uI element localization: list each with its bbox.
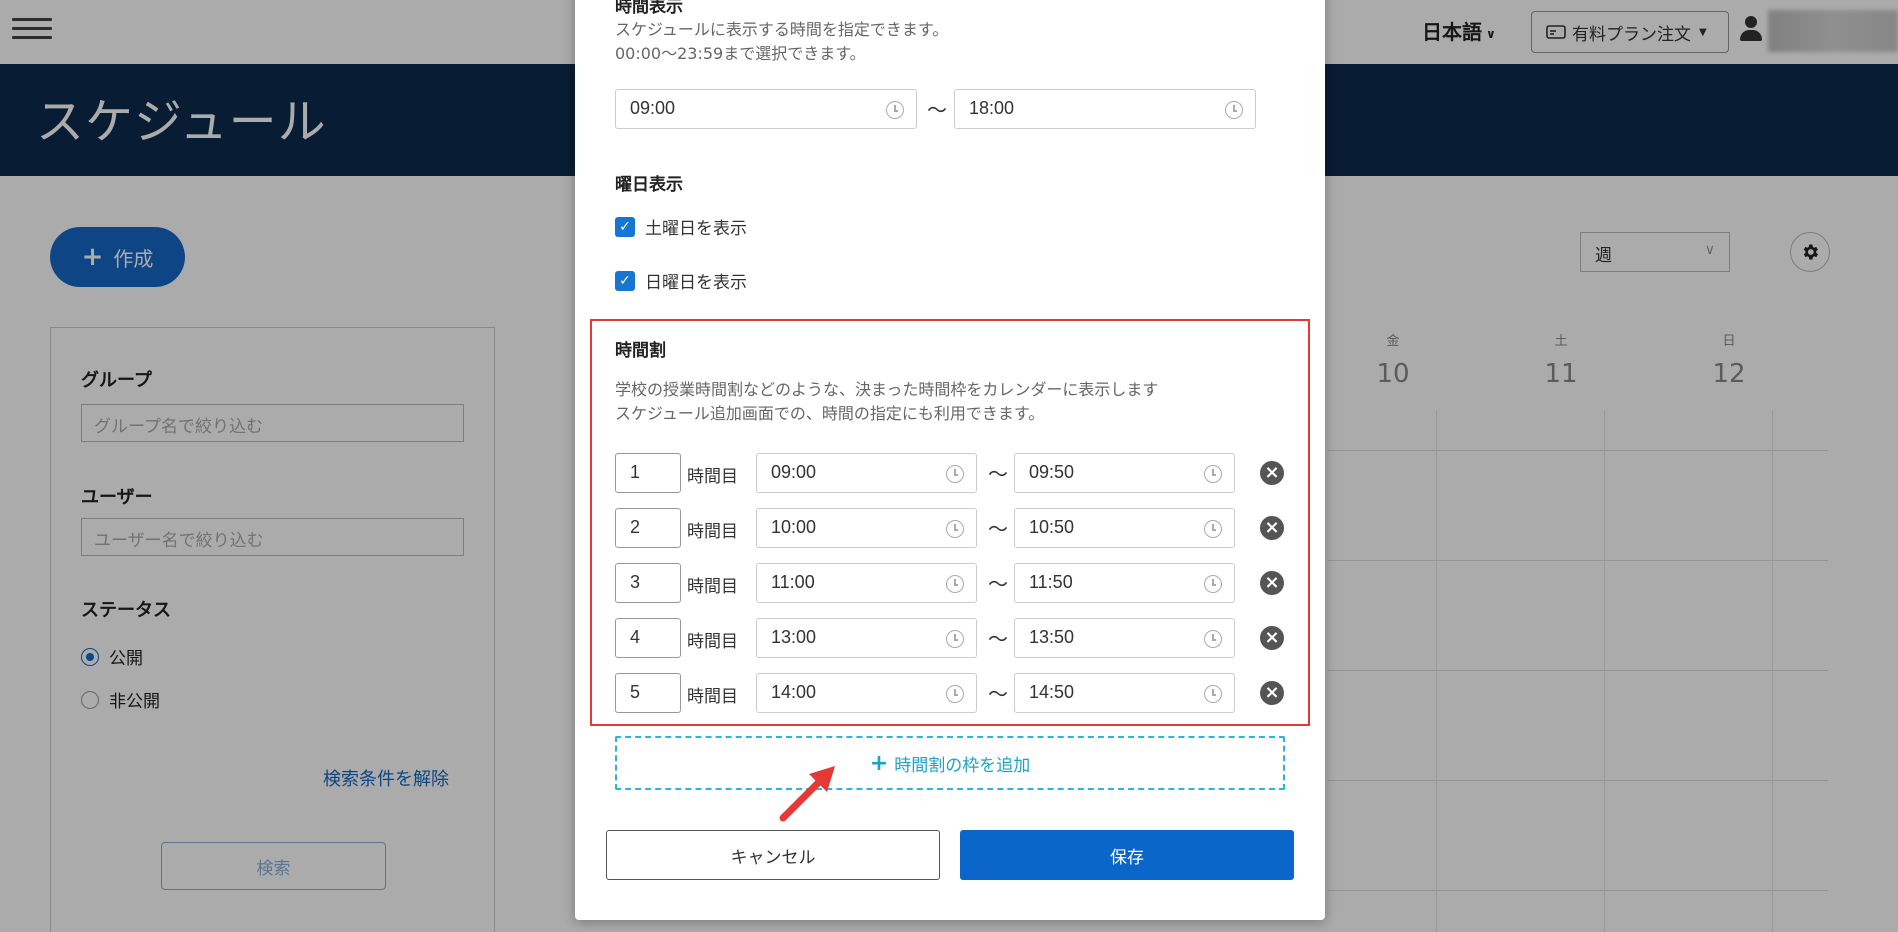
period-start-time-input[interactable]: 11:00	[756, 563, 977, 603]
display-end-time-value: 18:00	[969, 98, 1015, 118]
period-end-time-input[interactable]: 09:50	[1014, 453, 1235, 493]
clock-icon	[946, 630, 964, 648]
add-timetable-slot-button[interactable]: + 時間割の枠を追加	[615, 736, 1285, 790]
save-button[interactable]: 保存	[960, 830, 1294, 880]
cancel-button[interactable]: キャンセル	[606, 830, 940, 880]
period-end-time-input[interactable]: 11:50	[1014, 563, 1235, 603]
period-end-time-input[interactable]: 14:50	[1014, 673, 1235, 713]
checkbox-checked-icon: ✓	[615, 216, 635, 237]
timetable-title: 時間割	[615, 341, 666, 361]
period-start-time-value: 10:00	[771, 517, 817, 537]
clock-icon	[946, 685, 964, 703]
clock-icon	[946, 520, 964, 538]
weekday-display-title: 曜日表示	[615, 175, 683, 195]
period-number-input[interactable]: 3	[615, 563, 681, 603]
range-separator: 〜	[988, 572, 1008, 596]
period-end-time-value: 10:50	[1029, 517, 1075, 537]
period-start-time-input[interactable]: 14:00	[756, 673, 977, 713]
clock-icon	[946, 465, 964, 483]
period-number-input[interactable]: 2	[615, 508, 681, 548]
period-suffix: 時間目	[687, 577, 738, 597]
period-suffix: 時間目	[687, 522, 738, 542]
close-icon: ×	[1264, 682, 1280, 703]
show-sunday-label: 日曜日を表示	[645, 273, 747, 293]
period-number-input[interactable]: 1	[615, 453, 681, 493]
plus-icon: +	[869, 750, 889, 776]
period-start-time-value: 11:00	[771, 572, 815, 592]
show-sunday-checkbox[interactable]: ✓ 日曜日を表示	[615, 268, 747, 293]
clock-icon	[1204, 465, 1222, 483]
period-end-time-value: 11:50	[1029, 572, 1073, 592]
show-saturday-checkbox[interactable]: ✓ 土曜日を表示	[615, 214, 747, 239]
clock-icon	[1204, 575, 1222, 593]
time-display-help-1: スケジュールに表示する時間を指定できます。	[615, 20, 949, 39]
clock-icon	[886, 101, 904, 119]
timetable-help-2: スケジュール追加画面での、時間の指定にも利用できます。	[615, 404, 1045, 423]
period-end-time-value: 13:50	[1029, 627, 1075, 647]
remove-period-button[interactable]: ×	[1260, 571, 1284, 595]
close-icon: ×	[1264, 627, 1280, 648]
period-start-time-value: 09:00	[771, 462, 817, 482]
remove-period-button[interactable]: ×	[1260, 626, 1284, 650]
remove-period-button[interactable]: ×	[1260, 461, 1284, 485]
time-display-title: 時間表示	[615, 0, 683, 17]
range-separator: 〜	[988, 462, 1008, 486]
close-icon: ×	[1264, 517, 1280, 538]
display-start-time-input[interactable]: 09:00	[615, 89, 917, 129]
clock-icon	[1204, 520, 1222, 538]
period-start-time-value: 13:00	[771, 627, 817, 647]
period-end-time-input[interactable]: 13:50	[1014, 618, 1235, 658]
period-start-time-input[interactable]: 09:00	[756, 453, 977, 493]
period-start-time-input[interactable]: 13:00	[756, 618, 977, 658]
display-start-time-value: 09:00	[630, 98, 676, 118]
period-end-time-value: 14:50	[1029, 682, 1075, 702]
period-suffix: 時間目	[687, 467, 738, 487]
clock-icon	[1225, 101, 1243, 119]
checkbox-checked-icon: ✓	[615, 270, 635, 291]
period-suffix: 時間目	[687, 687, 738, 707]
period-suffix: 時間目	[687, 632, 738, 652]
remove-period-button[interactable]: ×	[1260, 681, 1284, 705]
timetable-help-1: 学校の授業時間割などのような、決まった時間枠をカレンダーに表示します	[615, 380, 1159, 399]
range-separator: 〜	[988, 517, 1008, 541]
range-separator: 〜	[988, 627, 1008, 651]
add-slot-label: 時間割の枠を追加	[894, 755, 1031, 776]
period-number-input[interactable]: 5	[615, 673, 681, 713]
period-end-time-input[interactable]: 10:50	[1014, 508, 1235, 548]
schedule-settings-dialog: 時間表示 スケジュールに表示する時間を指定できます。 00:00〜23:59まで…	[575, 0, 1325, 920]
time-display-help-2: 00:00〜23:59まで選択できます。	[615, 44, 866, 63]
clock-icon	[1204, 630, 1222, 648]
range-separator: 〜	[927, 98, 947, 122]
annotation-arrow-icon	[779, 766, 835, 822]
period-number-input[interactable]: 4	[615, 618, 681, 658]
close-icon: ×	[1264, 462, 1280, 483]
clock-icon	[1204, 685, 1222, 703]
display-end-time-input[interactable]: 18:00	[954, 89, 1256, 129]
range-separator: 〜	[988, 682, 1008, 706]
period-start-time-input[interactable]: 10:00	[756, 508, 977, 548]
show-saturday-label: 土曜日を表示	[645, 219, 747, 239]
clock-icon	[946, 575, 964, 593]
remove-period-button[interactable]: ×	[1260, 516, 1284, 540]
period-start-time-value: 14:00	[771, 682, 817, 702]
close-icon: ×	[1264, 572, 1280, 593]
period-end-time-value: 09:50	[1029, 462, 1075, 482]
